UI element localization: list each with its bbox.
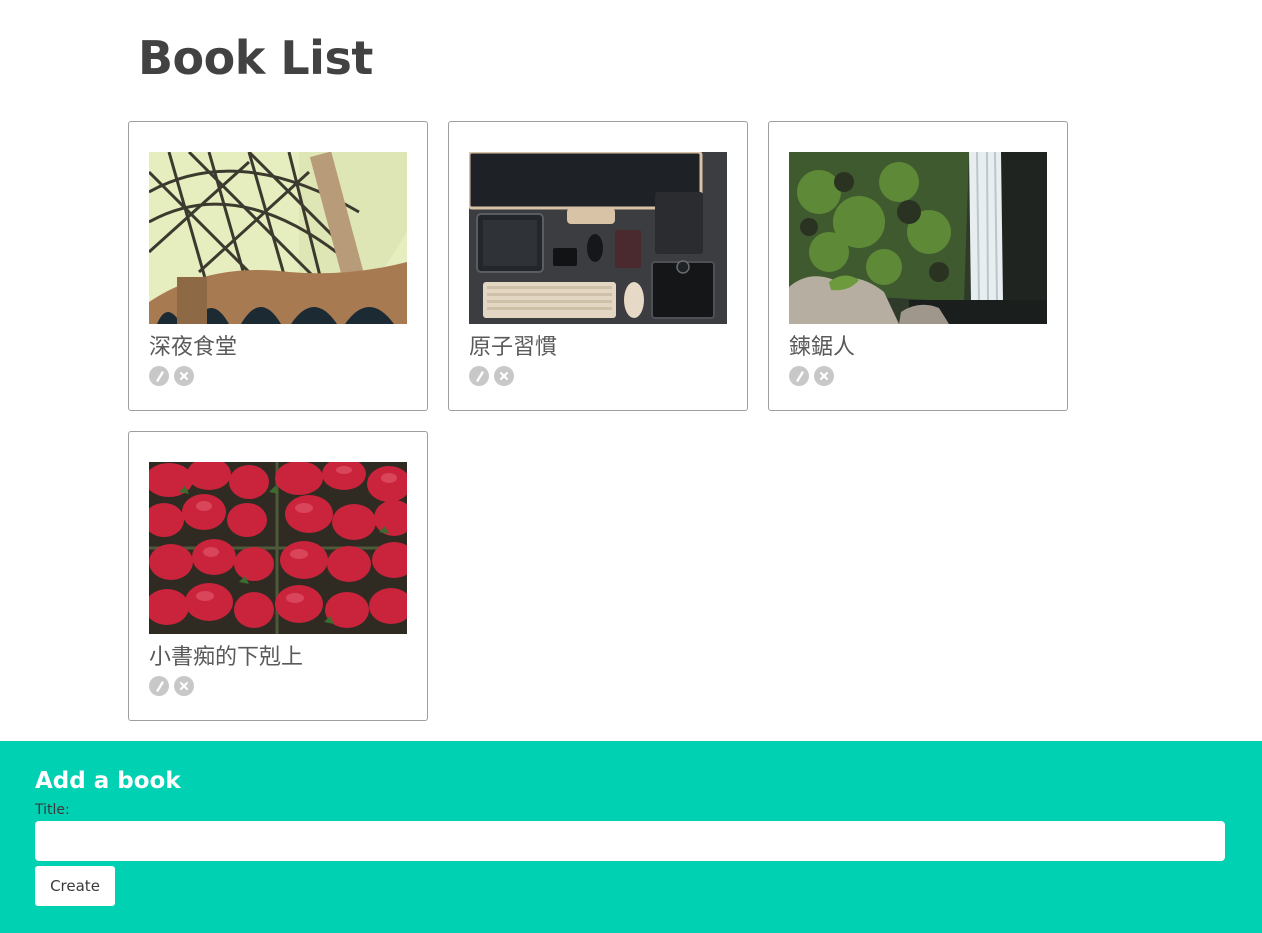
waterfall-photo bbox=[789, 152, 1047, 324]
title-field-label: Title: bbox=[35, 802, 70, 818]
edit-icon[interactable] bbox=[469, 366, 489, 386]
desk-photo bbox=[469, 152, 727, 324]
edit-icon[interactable] bbox=[149, 366, 169, 386]
book-title: 原子習慣 bbox=[469, 335, 558, 360]
page-title: Book List bbox=[138, 31, 373, 85]
bridge-photo bbox=[149, 152, 407, 324]
book-actions bbox=[149, 366, 194, 386]
delete-icon[interactable] bbox=[174, 366, 194, 386]
add-book-panel: Add a book Title: Create bbox=[0, 741, 1262, 933]
title-input[interactable] bbox=[35, 821, 1225, 861]
book-cover-image bbox=[149, 152, 407, 324]
delete-icon[interactable] bbox=[814, 366, 834, 386]
book-actions bbox=[789, 366, 834, 386]
add-book-heading: Add a book bbox=[35, 768, 181, 794]
book-cover-image bbox=[469, 152, 727, 324]
delete-icon[interactable] bbox=[174, 676, 194, 696]
book-card: 原子習慣 bbox=[448, 121, 748, 411]
delete-icon[interactable] bbox=[494, 366, 514, 386]
book-cover-image bbox=[149, 462, 407, 634]
book-actions bbox=[469, 366, 514, 386]
book-actions bbox=[149, 676, 194, 696]
book-card: 鍊鋸人 bbox=[768, 121, 1068, 411]
book-card: 小書痴的下剋上 bbox=[128, 431, 428, 721]
book-card: 深夜食堂 bbox=[128, 121, 428, 411]
create-button[interactable]: Create bbox=[35, 866, 115, 906]
book-title: 鍊鋸人 bbox=[789, 335, 856, 360]
book-title: 深夜食堂 bbox=[149, 335, 238, 360]
book-title: 小書痴的下剋上 bbox=[149, 645, 304, 670]
strawberries-photo bbox=[149, 462, 407, 634]
edit-icon[interactable] bbox=[149, 676, 169, 696]
book-cover-image bbox=[789, 152, 1047, 324]
edit-icon[interactable] bbox=[789, 366, 809, 386]
